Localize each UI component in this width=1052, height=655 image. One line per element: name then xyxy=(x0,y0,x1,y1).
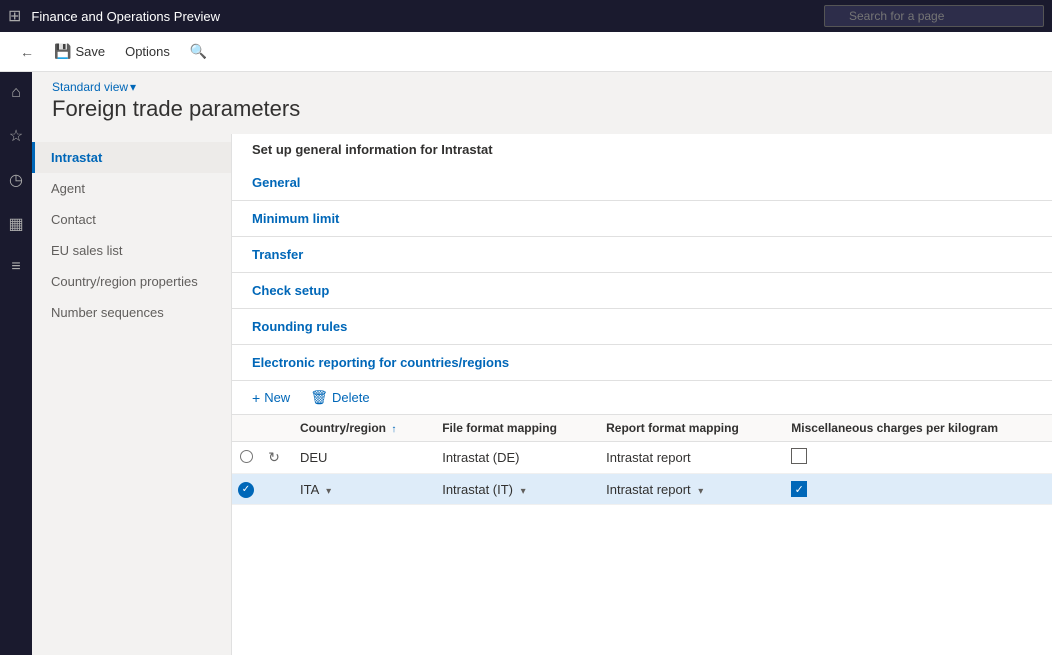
th-misc-charges: Miscellaneous charges per kilogram xyxy=(779,415,1052,442)
modules-icon[interactable]: ▦ xyxy=(4,210,27,238)
page-title: Foreign trade parameters xyxy=(52,96,1032,122)
section-check-setup[interactable]: Check setup xyxy=(232,273,1052,309)
grid-icon[interactable]: ⊞ xyxy=(8,6,21,26)
radio-deu[interactable] xyxy=(240,450,253,463)
trash-icon: 🗑 xyxy=(310,389,328,406)
options-label: Options xyxy=(125,44,170,59)
recent-icon[interactable]: ◷ xyxy=(5,166,27,194)
section-transfer[interactable]: Transfer xyxy=(232,237,1052,273)
electronic-section: Electronic reporting for countries/regio… xyxy=(232,345,1052,505)
section-minimum-limit[interactable]: Minimum limit xyxy=(232,201,1052,237)
nav-item-country-region[interactable]: Country/region properties xyxy=(32,266,231,297)
td-country-deu: DEU xyxy=(288,442,430,474)
checkbox-ita[interactable]: ✓ xyxy=(791,481,807,497)
dropdown-icon-file-ita[interactable]: ▾ xyxy=(521,486,526,497)
page-search-input[interactable] xyxy=(824,5,1044,27)
nav-item-agent[interactable]: Agent xyxy=(32,173,231,204)
list-icon[interactable]: ≡ xyxy=(7,254,24,280)
main-layout: ⌂ ☆ ◷ ▦ ≡ Standard view ▾ Foreign trade … xyxy=(0,72,1052,655)
table-actions: + New 🗑 Delete xyxy=(232,381,1052,415)
nav-item-contact[interactable]: Contact xyxy=(32,204,231,235)
td-refresh-ita[interactable] xyxy=(260,474,288,505)
th-radio xyxy=(232,415,260,442)
th-refresh xyxy=(260,415,288,442)
section-rounding-rules[interactable]: Rounding rules xyxy=(232,309,1052,345)
new-label: New xyxy=(264,390,290,405)
app-title: Finance and Operations Preview xyxy=(31,9,824,24)
td-radio-ita[interactable]: ✓ xyxy=(232,474,260,505)
selected-indicator-ita: ✓ xyxy=(238,482,254,498)
td-misc-ita[interactable]: ✓ xyxy=(779,474,1052,505)
electronic-section-title: Electronic reporting for countries/regio… xyxy=(232,345,1052,381)
th-country: Country/region ↑ xyxy=(288,415,430,442)
sort-arrow-icon: ↑ xyxy=(391,424,396,435)
top-bar: ⊞ Finance and Operations Preview 🔍 xyxy=(0,0,1052,32)
page-content: Standard view ▾ Foreign trade parameters… xyxy=(32,72,1052,655)
favorites-icon[interactable]: ☆ xyxy=(5,122,27,150)
dropdown-icon-report-ita[interactable]: ▾ xyxy=(698,486,703,497)
nav-item-eu-sales-list[interactable]: EU sales list xyxy=(32,235,231,266)
electronic-table: Country/region ↑ File format mapping Rep… xyxy=(232,415,1052,505)
checkbox-deu[interactable] xyxy=(791,448,807,464)
td-report-format-ita: Intrastat report ▾ xyxy=(594,474,779,505)
td-radio-deu[interactable] xyxy=(232,442,260,474)
save-button[interactable]: 💾 Save xyxy=(46,39,113,64)
table-row[interactable]: ✓ ITA ▾ Intrastat (IT) ▾ In xyxy=(232,474,1052,505)
refresh-icon-deu[interactable]: ↻ xyxy=(268,449,280,465)
back-icon: ← xyxy=(20,44,34,60)
table-row[interactable]: ↻ DEU Intrastat (DE) Intrastat report xyxy=(232,442,1052,474)
view-label: Standard view xyxy=(52,80,128,94)
plus-icon: + xyxy=(252,390,260,406)
save-icon: 💾 xyxy=(54,43,71,60)
td-report-format-deu: Intrastat report xyxy=(594,442,779,474)
new-button[interactable]: + New xyxy=(248,388,294,408)
td-misc-deu[interactable] xyxy=(779,442,1052,474)
th-report-format: Report format mapping xyxy=(594,415,779,442)
toolbar-search-icon: 🔍 xyxy=(190,43,207,60)
td-country-ita: ITA ▾ xyxy=(288,474,430,505)
nav-item-intrastat[interactable]: Intrastat xyxy=(32,142,231,173)
chevron-icon: ▾ xyxy=(130,80,136,94)
icon-sidebar: ⌂ ☆ ◷ ▦ ≡ xyxy=(0,72,32,655)
content-subtitle: Set up general information for Intrastat xyxy=(232,134,1052,165)
two-col: Intrastat Agent Contact EU sales list Co… xyxy=(32,134,1052,655)
th-country-label: Country/region xyxy=(300,421,386,435)
toolbar: ← 💾 Save Options 🔍 xyxy=(0,32,1052,72)
td-refresh-deu[interactable]: ↻ xyxy=(260,442,288,474)
td-file-format-ita: Intrastat (IT) ▾ xyxy=(430,474,594,505)
td-file-format-deu: Intrastat (DE) xyxy=(430,442,594,474)
left-nav: Intrastat Agent Contact EU sales list Co… xyxy=(32,134,232,655)
toolbar-search-button[interactable]: 🔍 xyxy=(182,39,215,64)
nav-item-number-sequences[interactable]: Number sequences xyxy=(32,297,231,328)
page-header: Standard view ▾ Foreign trade parameters xyxy=(32,72,1052,134)
delete-label: Delete xyxy=(332,390,370,405)
standard-view[interactable]: Standard view ▾ xyxy=(52,80,1032,94)
back-button[interactable]: ← xyxy=(12,40,42,64)
right-content: Set up general information for Intrastat… xyxy=(232,134,1052,655)
save-label: Save xyxy=(75,44,105,59)
options-button[interactable]: Options xyxy=(117,40,178,63)
dropdown-icon-ita[interactable]: ▾ xyxy=(326,486,331,497)
home-icon[interactable]: ⌂ xyxy=(7,80,25,106)
section-general[interactable]: General xyxy=(232,165,1052,201)
th-file-format: File format mapping xyxy=(430,415,594,442)
delete-button[interactable]: 🗑 Delete xyxy=(306,387,373,408)
search-wrapper: 🔍 xyxy=(824,5,1044,27)
